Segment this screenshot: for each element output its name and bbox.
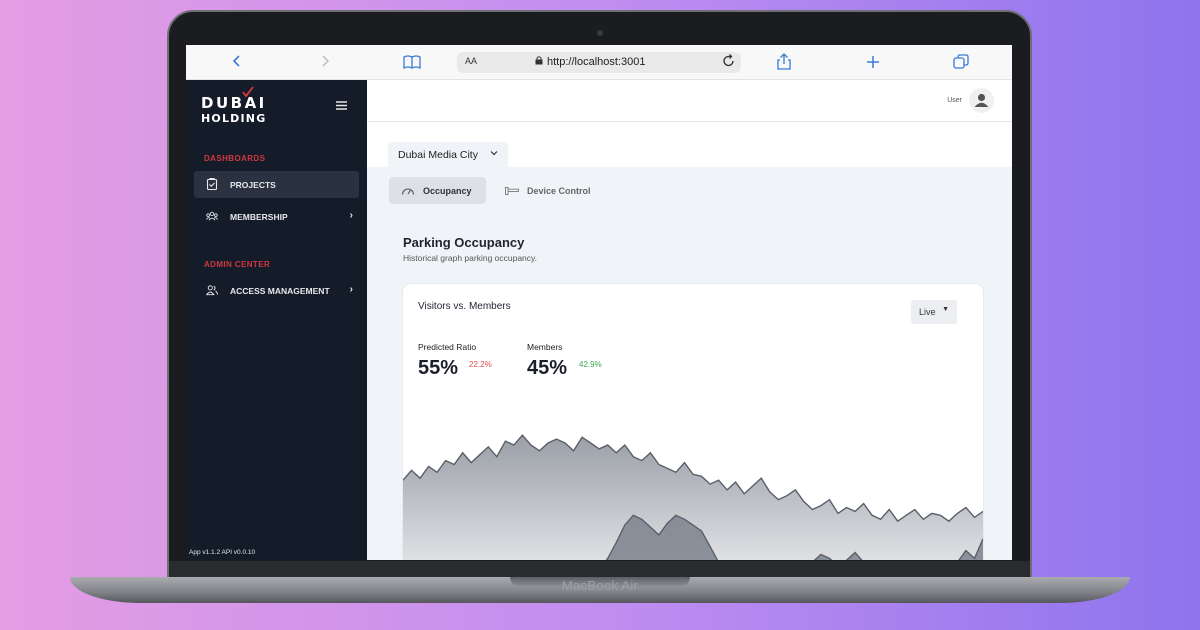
logo-checkmark <box>242 86 254 98</box>
browser-toolbar: AA http://localhost:3001 <box>186 45 1012 80</box>
sidebar-item-membership[interactable]: MEMBERSHIP › <box>194 203 359 230</box>
screen: AA http://localhost:3001 DUBAI HOLDING D… <box>186 45 1012 560</box>
content-area: Occupancy Device Control Parking Occupan… <box>367 167 1012 560</box>
gauge-icon <box>401 188 415 195</box>
hamburger-icon <box>336 101 347 110</box>
new-tab-button[interactable] <box>866 54 880 72</box>
reload-icon <box>723 54 734 67</box>
share-button[interactable] <box>777 53 791 73</box>
chevron-right-icon: › <box>349 284 353 295</box>
gate-icon <box>505 187 519 195</box>
chevron-left-icon <box>232 55 240 67</box>
chevron-right-icon <box>322 55 330 67</box>
sidebar: DUBAI HOLDING DASHBOARDS PROJECTS MEMBER… <box>186 80 367 560</box>
main-area: User Dubai Media City Occupancy Device C… <box>367 80 1012 560</box>
user-icon <box>974 93 989 107</box>
occupancy-area-chart <box>403 434 983 560</box>
stat-value: 55% <box>418 357 459 379</box>
section-subtitle: Historical graph parking occupancy. <box>403 253 538 263</box>
tab-occupancy[interactable]: Occupancy <box>389 177 486 204</box>
caret-down-icon: ▼ <box>942 306 949 313</box>
range-dropdown[interactable]: Live ▼ <box>911 300 957 324</box>
tabs-icon <box>953 54 969 69</box>
stat-delta: 22.2% <box>469 360 492 369</box>
reload-button[interactable] <box>723 54 735 70</box>
stat-label: Members <box>527 342 563 352</box>
clipboard-icon <box>206 178 218 190</box>
lock-icon <box>535 56 543 65</box>
chevron-down-icon <box>490 148 498 158</box>
occupancy-card: Visitors vs. Members Live ▼ Predicted Ra… <box>403 284 983 560</box>
top-bar: User <box>367 80 1012 122</box>
logo[interactable]: DUBAI HOLDING <box>201 86 267 125</box>
share-icon <box>777 53 791 70</box>
sidebar-item-access-management[interactable]: ACCESS MANAGEMENT › <box>194 277 359 304</box>
sidebar-item-projects[interactable]: PROJECTS <box>194 171 359 198</box>
plus-icon <box>867 56 879 68</box>
sidebar-item-label: MEMBERSHIP <box>230 212 288 222</box>
sidebar-item-label: PROJECTS <box>230 180 276 190</box>
laptop-chin <box>169 561 1030 578</box>
stat-label: Predicted Ratio <box>418 342 477 352</box>
users-icon <box>206 285 218 296</box>
logo-line2: HOLDING <box>201 112 267 125</box>
location-dropdown[interactable]: Dubai Media City <box>388 142 508 168</box>
chevron-right-icon: › <box>349 210 353 221</box>
stat-value: 45% <box>527 357 568 379</box>
menu-toggle-button[interactable] <box>336 98 347 113</box>
tab-device-control[interactable]: Device Control <box>493 177 603 204</box>
user-label: User <box>947 97 962 104</box>
location-selected: Dubai Media City <box>398 149 478 161</box>
address-bar[interactable]: AA http://localhost:3001 <box>457 52 741 73</box>
tab-label: Occupancy <box>423 186 472 196</box>
section-title: Parking Occupancy <box>403 235 525 250</box>
url-text: http://localhost:3001 <box>547 56 646 68</box>
stat-delta: 42.9% <box>579 360 602 369</box>
group-icon <box>206 211 218 221</box>
section-label-admin-center: ADMIN CENTER <box>204 260 271 269</box>
range-selected: Live <box>919 307 936 317</box>
avatar[interactable] <box>969 88 994 113</box>
logo-line1: DUBAI <box>201 94 267 112</box>
forward-button[interactable] <box>320 53 330 71</box>
book-icon <box>403 55 421 70</box>
text-size-button[interactable]: AA <box>465 56 477 66</box>
card-title: Visitors vs. Members <box>418 301 511 312</box>
tabs-overview-button[interactable] <box>953 54 969 73</box>
back-button[interactable] <box>232 53 242 71</box>
tab-label: Device Control <box>527 186 591 196</box>
version-info: App v1.1.2 API v0.0.10 <box>189 549 256 556</box>
sidebar-item-label: ACCESS MANAGEMENT <box>230 286 330 296</box>
camera <box>597 30 603 36</box>
section-label-dashboards: DASHBOARDS <box>204 154 266 163</box>
bookmarks-button[interactable] <box>403 54 421 72</box>
device-label: MacBook Air <box>561 578 639 593</box>
